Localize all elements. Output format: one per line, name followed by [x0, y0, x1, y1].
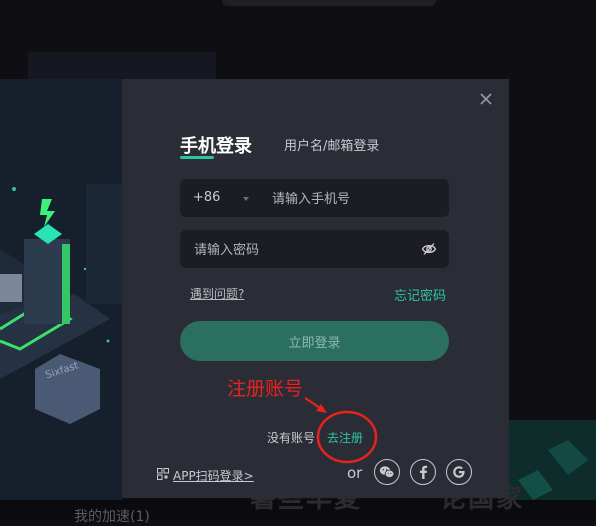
forgot-password-link[interactable]: 忘记密码 [394, 285, 446, 304]
problem-link[interactable]: 遇到问题? [190, 285, 244, 302]
phone-field: +86 [180, 179, 449, 219]
register-link[interactable]: 去注册 [327, 429, 363, 446]
background-my-boost-label: 我的加速(1) [74, 509, 150, 525]
google-icon[interactable] [446, 459, 472, 485]
background-illustration: Sixfast [0, 79, 122, 520]
tab-account-login[interactable]: 用户名/邮箱登录 [284, 135, 379, 154]
eye-off-icon[interactable] [421, 241, 437, 257]
country-code-select[interactable]: +86 [193, 190, 220, 205]
login-modal: 手机登录 用户名/邮箱登录 +86 遇到问题? 忘记密码 立即登录 没有账号 去… [122, 79, 509, 498]
background-left-card [28, 52, 216, 79]
annotation-label: 注册账号 [227, 378, 304, 400]
wechat-icon[interactable] [374, 459, 400, 485]
qr-login-link[interactable]: APP扫码登录> [157, 467, 254, 484]
password-field [180, 230, 449, 270]
no-account-text: 没有账号 [267, 431, 316, 445]
server-illustration: Sixfast [0, 79, 122, 520]
qr-login-label: APP扫码登录> [173, 469, 254, 483]
tab-phone-login[interactable]: 手机登录 [180, 132, 252, 158]
login-button[interactable]: 立即登录 [180, 321, 449, 361]
qr-code-icon [157, 468, 169, 483]
close-icon[interactable] [477, 90, 495, 108]
password-input[interactable] [192, 230, 416, 270]
or-divider-text: or [347, 464, 363, 482]
active-tab-indicator [180, 156, 214, 159]
background-top-bar [222, 0, 436, 6]
facebook-icon[interactable] [410, 459, 436, 485]
chevron-down-icon[interactable] [243, 197, 249, 201]
phone-input[interactable] [270, 179, 444, 219]
